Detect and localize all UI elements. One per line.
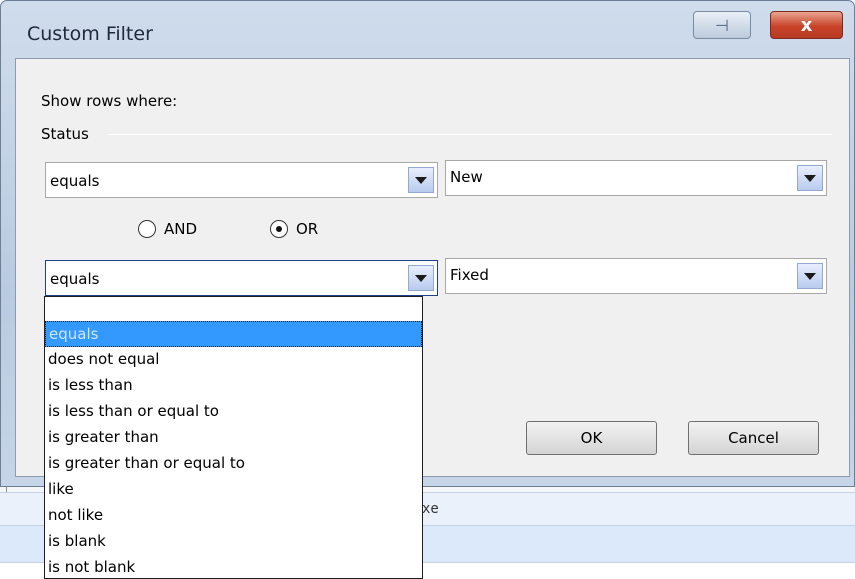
cancel-button[interactable]: Cancel xyxy=(688,421,819,455)
pin-icon: ⊣ xyxy=(715,15,729,35)
value-select-2[interactable]: Fixed xyxy=(445,258,827,294)
radio-checked-icon[interactable] xyxy=(270,220,288,238)
background-header-text: xe xyxy=(422,501,439,517)
dropdown-option[interactable]: is not blank xyxy=(45,555,422,578)
show-rows-label: Show rows where: xyxy=(41,92,178,110)
operator-select-1[interactable]: equals xyxy=(45,162,438,198)
title-bar[interactable]: Custom Filter ⊣ x xyxy=(1,1,854,57)
dropdown-option[interactable]: is blank xyxy=(45,529,422,555)
dropdown-option[interactable]: is greater than or equal to xyxy=(45,451,422,477)
dropdown-option[interactable]: is greater than xyxy=(45,425,422,451)
dropdown-option[interactable]: is less than or equal to xyxy=(45,399,422,425)
dropdown-option[interactable]: does not equal xyxy=(45,347,422,373)
and-radio-label: AND xyxy=(164,220,198,238)
value-select-1-value: New xyxy=(450,168,483,186)
operator-select-2-value: equals xyxy=(50,270,100,288)
group-divider xyxy=(108,134,832,135)
chevron-down-icon[interactable] xyxy=(797,263,823,289)
chevron-down-icon[interactable] xyxy=(408,265,434,291)
dropdown-option[interactable]: not like xyxy=(45,503,422,529)
dropdown-option[interactable]: equals xyxy=(45,321,422,347)
dropdown-blank-option[interactable] xyxy=(45,297,422,321)
radio-unchecked-icon[interactable] xyxy=(138,220,156,238)
field-name-label: Status xyxy=(41,125,89,143)
operator-select-1-value: equals xyxy=(50,172,100,190)
or-radio[interactable]: OR xyxy=(270,220,318,238)
close-button[interactable]: x xyxy=(770,11,843,39)
operator-dropdown-list[interactable]: equals does not equal is less than is le… xyxy=(44,296,423,579)
chevron-down-icon[interactable] xyxy=(408,167,434,193)
value-select-2-value: Fixed xyxy=(450,266,489,284)
operator-select-2[interactable]: equals xyxy=(45,260,438,296)
value-select-1[interactable]: New xyxy=(445,160,827,196)
pin-button[interactable]: ⊣ xyxy=(693,11,751,39)
close-icon: x xyxy=(800,14,813,36)
dropdown-option[interactable]: is less than xyxy=(45,373,422,399)
or-radio-label: OR xyxy=(296,220,319,238)
dropdown-option[interactable]: like xyxy=(45,477,422,503)
ok-button[interactable]: OK xyxy=(526,421,657,455)
chevron-down-icon[interactable] xyxy=(797,165,823,191)
dialog-title: Custom Filter xyxy=(27,23,153,45)
and-radio[interactable]: AND xyxy=(138,220,197,238)
